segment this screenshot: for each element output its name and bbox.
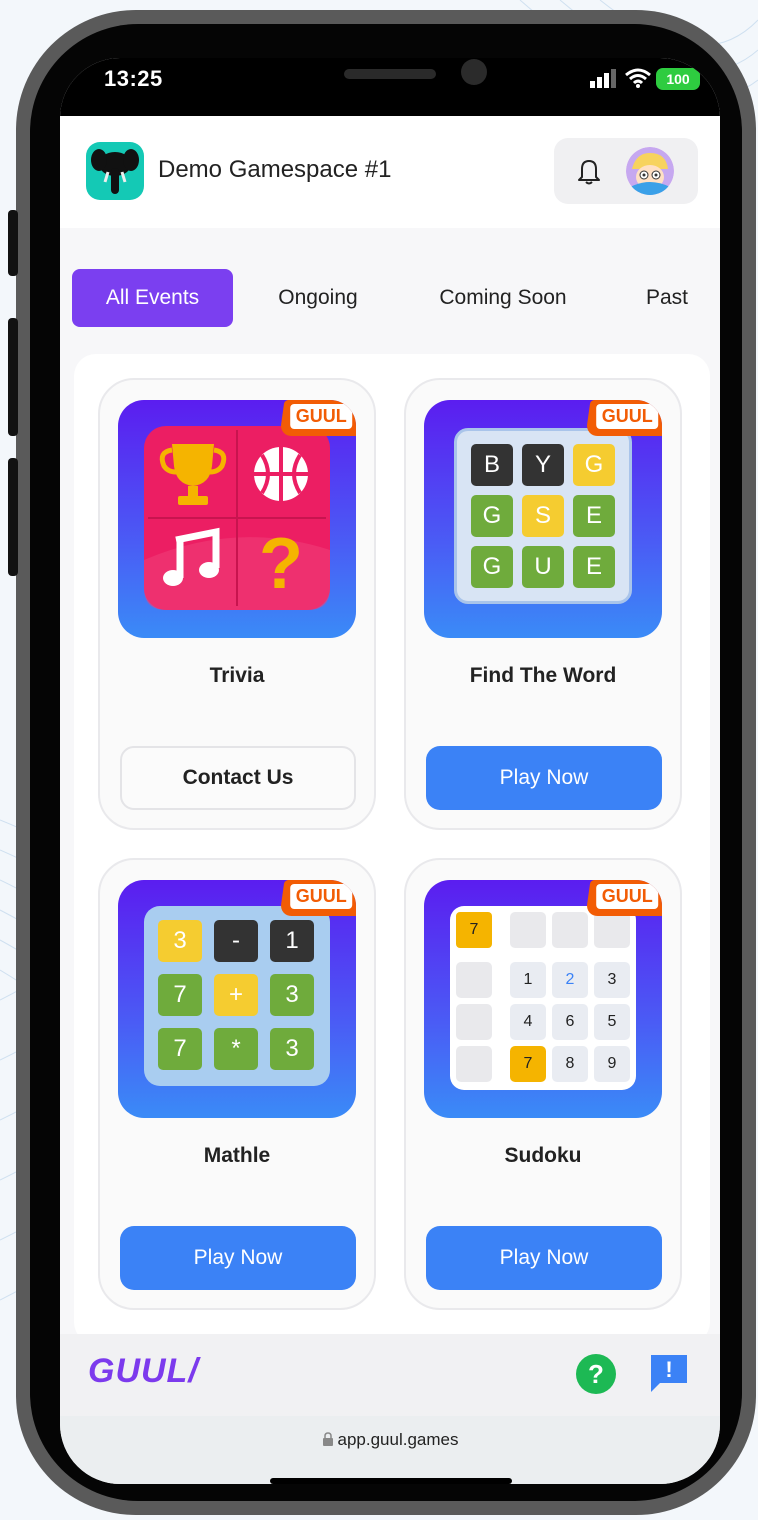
tab-past[interactable]: Past xyxy=(630,269,704,327)
browser-address-bar[interactable]: app.guul.games xyxy=(60,1416,720,1484)
game-card-trivia[interactable]: ? GUUL Trivia Contact Us xyxy=(98,378,376,830)
letter-tile: G xyxy=(471,546,513,588)
signal-icon xyxy=(590,69,616,88)
sudoku-cell: 2 xyxy=(552,962,588,998)
operator-tile: + xyxy=(214,974,258,1016)
speaker-grille xyxy=(344,69,436,79)
elephant-icon xyxy=(91,149,139,194)
lock-icon xyxy=(322,1432,333,1446)
basketball-icon xyxy=(254,447,308,501)
gamespace-name[interactable]: Demo Gamespace #1 xyxy=(158,156,391,184)
operator-tile: * xyxy=(214,1028,258,1070)
number-tile: 3 xyxy=(270,1028,314,1070)
tab-coming-soon[interactable]: Coming Soon xyxy=(420,269,586,327)
sudoku-cell xyxy=(594,912,630,948)
operator-tile: - xyxy=(214,920,258,962)
sudoku-cell: 7 xyxy=(510,1046,546,1082)
sudoku-cell xyxy=(456,1046,492,1082)
help-icon[interactable]: ? xyxy=(576,1354,616,1394)
guul-logo[interactable]: GUUL/ xyxy=(88,1352,199,1391)
letter-tile: U xyxy=(522,546,564,588)
battery-indicator: 100 xyxy=(656,68,700,90)
sudoku-cell: 9 xyxy=(594,1046,630,1082)
sudoku-cell: 3 xyxy=(594,962,630,998)
game-card-mathle[interactable]: 3 - 1 7 + 3 7 * 3 GUUL Mathle Play Now xyxy=(98,858,376,1310)
url-text[interactable]: app.guul.games xyxy=(60,1430,720,1450)
play-now-button[interactable]: Play Now xyxy=(120,1226,356,1290)
tab-all-events[interactable]: All Events xyxy=(72,269,233,327)
number-tile: 7 xyxy=(158,1028,202,1070)
volume-up-button xyxy=(8,318,18,436)
word-grid: B Y G G S E G U E xyxy=(454,428,632,604)
svg-text:!: ! xyxy=(665,1357,672,1382)
home-indicator xyxy=(270,1478,512,1484)
number-tile: 7 xyxy=(158,974,202,1016)
game-title: Find The Word xyxy=(469,664,617,687)
game-card-find-the-word[interactable]: B Y G G S E G U E GUUL Find The Word Pla… xyxy=(404,378,682,830)
number-tile: 3 xyxy=(158,920,202,962)
letter-tile: G xyxy=(573,444,615,486)
game-title: Sudoku xyxy=(504,1144,582,1167)
play-now-button[interactable]: Play Now xyxy=(426,1226,662,1290)
avatar[interactable] xyxy=(626,147,674,195)
game-title: Trivia xyxy=(209,664,265,687)
game-title: Mathle xyxy=(203,1144,271,1167)
letter-tile: B xyxy=(471,444,513,486)
app-footer: GUUL/ ? ! xyxy=(60,1334,720,1416)
guul-badge: GUUL xyxy=(279,400,356,436)
number-tile: 1 xyxy=(270,920,314,962)
sudoku-cell: 1 xyxy=(510,962,546,998)
app-header: Demo Gamespace #1 xyxy=(60,116,720,228)
sudoku-cell xyxy=(456,1004,492,1040)
mute-switch xyxy=(8,210,18,276)
contact-us-button[interactable]: Contact Us xyxy=(120,746,356,810)
sudoku-cell xyxy=(552,912,588,948)
sudoku-cell: 8 xyxy=(552,1046,588,1082)
tab-ongoing[interactable]: Ongoing xyxy=(260,269,376,327)
bell-icon[interactable] xyxy=(574,156,604,186)
game-card-sudoku[interactable]: 7 1 2 3 4 6 5 7 8 9 GUUL Sudoku Play Now xyxy=(404,858,682,1310)
sudoku-cell: 7 xyxy=(456,912,492,948)
header-actions xyxy=(554,138,698,204)
sudoku-cell: 5 xyxy=(594,1004,630,1040)
status-bar: 13:25 100 xyxy=(60,58,720,116)
letter-tile: E xyxy=(573,495,615,537)
game-thumbnail[interactable]: 7 1 2 3 4 6 5 7 8 9 GUUL xyxy=(424,880,662,1118)
front-camera xyxy=(461,59,487,85)
question-mark-icon: ? xyxy=(259,524,303,604)
app-screen: 13:25 100 Demo Gamespace #1 All Events O… xyxy=(60,58,720,1484)
guul-badge: GUUL xyxy=(585,880,662,916)
volume-down-button xyxy=(8,458,18,576)
sudoku-cell xyxy=(456,962,492,998)
event-filter-tabs: All Events Ongoing Coming Soon Past xyxy=(60,266,720,330)
letter-tile: Y xyxy=(522,444,564,486)
letter-tile: E xyxy=(573,546,615,588)
math-grid: 3 - 1 7 + 3 7 * 3 xyxy=(144,906,330,1086)
number-tile: 3 xyxy=(270,974,314,1016)
guul-badge: GUUL xyxy=(585,400,662,436)
gamespace-logo[interactable] xyxy=(86,142,144,200)
game-thumbnail[interactable]: 3 - 1 7 + 3 7 * 3 GUUL xyxy=(118,880,356,1118)
letter-tile: S xyxy=(522,495,564,537)
sudoku-cell: 4 xyxy=(510,1004,546,1040)
status-time: 13:25 xyxy=(104,66,163,91)
letter-tile: G xyxy=(471,495,513,537)
sudoku-grid: 7 1 2 3 4 6 5 7 8 9 xyxy=(450,906,636,1090)
games-grid: ? GUUL Trivia Contact Us B Y G G S E G U… xyxy=(74,354,710,1344)
sudoku-cell: 6 xyxy=(552,1004,588,1040)
guul-badge: GUUL xyxy=(279,880,356,916)
feedback-icon[interactable]: ! xyxy=(648,1352,690,1394)
play-now-button[interactable]: Play Now xyxy=(426,746,662,810)
game-thumbnail[interactable]: B Y G G S E G U E GUUL xyxy=(424,400,662,638)
game-thumbnail[interactable]: ? GUUL xyxy=(118,400,356,638)
wifi-icon xyxy=(625,68,651,88)
sudoku-cell xyxy=(510,912,546,948)
